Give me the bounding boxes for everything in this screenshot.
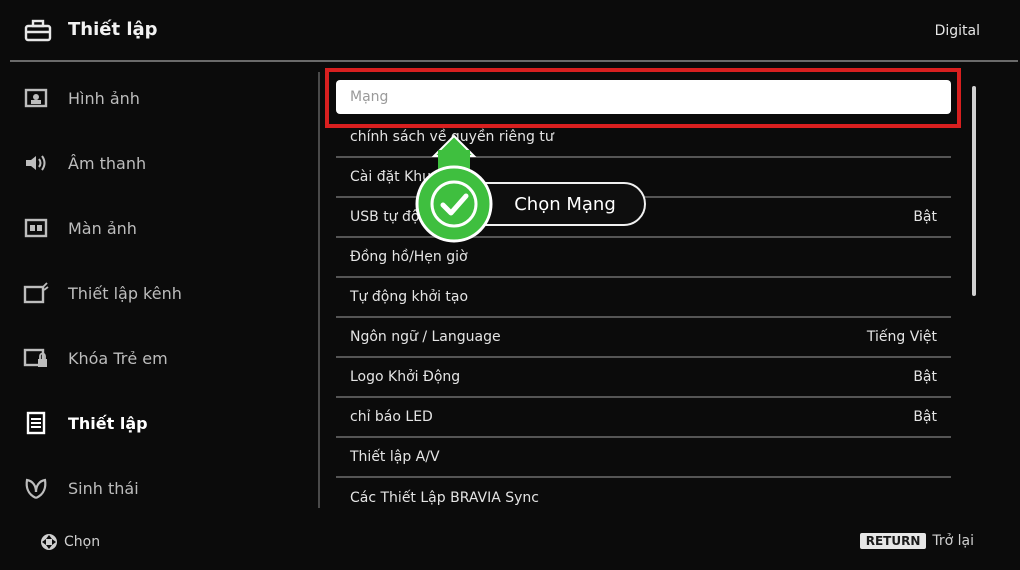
select-hint-label: Chọn: [64, 534, 101, 550]
menu-item-startup-logo[interactable]: Logo Khởi Động Bật: [336, 358, 951, 398]
header-bar: Thiết lập Digital: [0, 0, 1020, 62]
sidebar-item-label: Âm thanh: [68, 153, 147, 173]
sidebar-item-picture[interactable]: Hình ảnh: [22, 78, 312, 118]
sidebar-item-child-lock[interactable]: Khóa Trẻ em: [22, 338, 312, 378]
child-lock-icon: [22, 346, 50, 370]
sidebar: Hình ảnh Âm thanh Màn ảnh Thiết lập kênh…: [0, 62, 320, 512]
menu-item-label: Mạng: [350, 89, 389, 105]
menu-item-label: Đồng hồ/Hẹn giờ: [350, 249, 468, 265]
scrollbar[interactable]: [972, 86, 976, 296]
menu-item-bravia-sync[interactable]: Các Thiết Lập BRAVIA Sync: [336, 478, 951, 518]
menu-item-clock-timer[interactable]: Đồng hồ/Hẹn giờ: [336, 238, 951, 278]
sidebar-item-settings[interactable]: Thiết lập: [22, 403, 312, 443]
menu-item-value: Bật: [913, 209, 937, 225]
return-label: Trở lại: [932, 533, 974, 549]
menu-item-label: Thiết lập A/V: [350, 449, 440, 465]
menu-item-led-indicator[interactable]: chỉ báo LED Bật: [336, 398, 951, 438]
menu-item-label: Tự động khởi tạo: [350, 289, 469, 305]
dpad-icon: [41, 534, 57, 550]
sidebar-item-label: Thiết lập: [68, 413, 148, 433]
channel-icon: [22, 281, 50, 305]
sidebar-divider: [318, 72, 320, 508]
sidebar-item-label: Màn ảnh: [68, 218, 137, 238]
return-hint[interactable]: RETURN Trở lại: [859, 533, 974, 549]
menu-item-auto-start[interactable]: Tự động khởi tạo: [336, 278, 951, 318]
sidebar-item-label: Hình ảnh: [68, 88, 140, 108]
input-source-label: Digital: [934, 23, 980, 39]
menu-item-language[interactable]: Ngôn ngữ / Language Tiếng Việt: [336, 318, 951, 358]
sidebar-item-label: Thiết lập kênh: [68, 283, 182, 303]
eco-icon: [22, 476, 50, 500]
select-hint: Chọn: [40, 533, 100, 551]
menu-item-label: Ngôn ngữ / Language: [350, 329, 501, 345]
screen-icon: [22, 216, 50, 240]
menu-item-label: Logo Khởi Động: [350, 369, 461, 385]
tutorial-tip: Chọn Mạng: [414, 134, 654, 244]
page-title: Thiết lập: [68, 19, 158, 40]
sidebar-item-label: Sinh thái: [68, 478, 139, 498]
tip-text: Chọn Mạng: [514, 193, 616, 215]
menu-item-av-setup[interactable]: Thiết lập A/V: [336, 438, 951, 478]
menu-item-value: Bật: [913, 369, 937, 385]
speaker-icon: [22, 151, 50, 175]
sidebar-item-eco[interactable]: Sinh thái: [22, 468, 312, 508]
menu-item-network[interactable]: Mạng: [336, 80, 951, 114]
toolbox-icon: [24, 19, 52, 42]
menu-item-value: Bật: [913, 409, 937, 425]
menu-item-value: Tiếng Việt: [866, 329, 937, 345]
menu-item-label: chỉ báo LED: [350, 409, 433, 425]
check-icon: [415, 134, 493, 243]
sidebar-item-screen[interactable]: Màn ảnh: [22, 208, 312, 248]
settings-icon: [22, 411, 50, 435]
menu-item-label: USB tự độ: [350, 209, 420, 225]
picture-icon: [22, 86, 50, 110]
sidebar-item-sound[interactable]: Âm thanh: [22, 143, 312, 183]
return-key: RETURN: [859, 533, 927, 549]
sidebar-item-label: Khóa Trẻ em: [68, 348, 168, 368]
sidebar-item-channel-setup[interactable]: Thiết lập kênh: [22, 273, 312, 313]
footer-bar: Chọn RETURN Trở lại: [0, 525, 1020, 561]
menu-item-label: Các Thiết Lập BRAVIA Sync: [350, 490, 540, 506]
